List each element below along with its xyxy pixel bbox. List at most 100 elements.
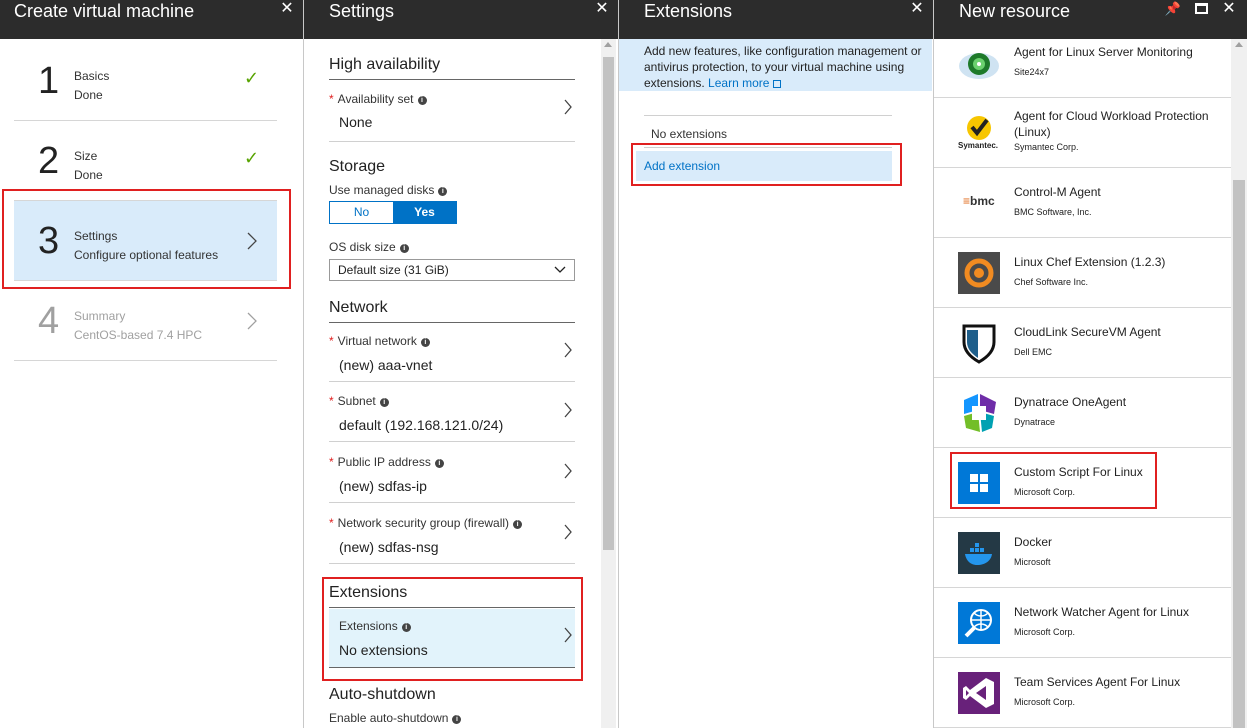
step-summary[interactable]: 4 Summary CentOS-based 7.4 HPC xyxy=(14,281,277,361)
toggle-option-no[interactable]: No xyxy=(330,202,393,223)
public-ip-value[interactable]: (new) sdfas-ip xyxy=(339,478,427,494)
info-icon[interactable]: i xyxy=(434,459,444,468)
step-settings[interactable]: 3 Settings Configure optional features xyxy=(14,201,277,281)
field-label-text: Use managed disks xyxy=(329,183,435,197)
chevron-right-icon[interactable] xyxy=(563,627,573,643)
availability-set-value[interactable]: None xyxy=(339,114,372,130)
step-status: Done xyxy=(74,168,103,182)
resource-item[interactable]: Dynatrace OneAgent Dynatrace xyxy=(934,378,1231,448)
field-label-text: Public IP address xyxy=(337,455,431,469)
extensions-blade: Extensions ✕ xyxy=(619,0,933,728)
row-divider xyxy=(329,441,575,442)
chevron-down-icon xyxy=(554,266,566,273)
bmc-icon: ≡bmc xyxy=(963,194,995,208)
extensions-row[interactable] xyxy=(329,609,575,667)
resource-item[interactable]: Linux Chef Extension (1.2.3) Chef Softwa… xyxy=(934,238,1231,308)
info-icon[interactable]: i xyxy=(379,398,389,407)
scrollbar-thumb[interactable] xyxy=(603,57,614,550)
close-icon[interactable]: ✕ xyxy=(278,0,296,18)
step-size[interactable]: 2 Size Done ✓ xyxy=(14,121,277,201)
resource-item[interactable]: ≡bmc Control-M Agent BMC Software, Inc. xyxy=(934,168,1231,238)
resource-publisher: Site24x7 xyxy=(1014,67,1050,77)
resource-publisher: Microsoft xyxy=(1014,557,1051,567)
dropdown-value: Default size (31 GiB) xyxy=(338,263,449,277)
os-disk-size-label: OS disk size i xyxy=(329,240,409,254)
resource-item[interactable]: CloudLink SecureVM Agent Dell EMC xyxy=(934,308,1231,378)
extensions-value: No extensions xyxy=(339,642,428,658)
row-divider xyxy=(329,563,575,564)
step-title: Summary xyxy=(74,309,126,323)
resource-item[interactable]: Docker Microsoft xyxy=(934,518,1231,588)
scroll-up-arrow[interactable] xyxy=(1235,42,1243,47)
field-label-text: Network security group (firewall) xyxy=(337,516,510,530)
blade-header: Create virtual machine ✕ xyxy=(0,0,303,39)
chevron-right-icon[interactable] xyxy=(563,524,573,540)
row-divider xyxy=(329,381,575,382)
scroll-up-arrow[interactable] xyxy=(604,42,612,47)
resource-publisher: Microsoft Corp. xyxy=(1014,627,1076,637)
row-divider xyxy=(329,667,575,668)
step-title: Size xyxy=(74,149,98,163)
required-marker: * xyxy=(329,455,334,469)
chevron-right-icon xyxy=(247,312,257,330)
resource-item[interactable]: Symantec. Agent for Cloud Workload Prote… xyxy=(934,98,1231,168)
toggle-option-yes[interactable]: Yes xyxy=(393,202,456,223)
create-vm-blade: Create virtual machine ✕ 1 Basics Done ✓… xyxy=(0,0,303,728)
resource-name: Agent for Cloud Workload Protection (Lin… xyxy=(1014,109,1209,139)
info-icon[interactable]: i xyxy=(417,96,427,105)
resource-item[interactable]: Agent for Linux Server Monitoring Site24… xyxy=(934,28,1231,98)
pin-icon[interactable]: 📌 xyxy=(1164,0,1182,18)
info-icon[interactable]: i xyxy=(420,338,430,347)
os-disk-size-dropdown[interactable]: Default size (31 GiB) xyxy=(329,259,575,281)
blade-header: Settings ✕ xyxy=(304,0,618,39)
section-heading-extensions: Extensions xyxy=(329,584,408,601)
site24x7-icon xyxy=(959,53,999,79)
section-divider xyxy=(329,607,575,608)
info-icon[interactable]: i xyxy=(438,187,448,196)
field-label-text: Availability set xyxy=(337,92,414,106)
step-title: Settings xyxy=(74,229,118,243)
resource-name: Team Services Agent For Linux xyxy=(1014,675,1181,689)
virtual-network-value[interactable]: (new) aaa-vnet xyxy=(339,357,432,373)
resource-name: Dynatrace OneAgent xyxy=(1014,395,1127,409)
info-icon[interactable]: i xyxy=(452,715,462,724)
extensions-label: Extensions i xyxy=(339,619,411,633)
step-basics[interactable]: 1 Basics Done ✓ xyxy=(14,41,277,121)
resource-name: Custom Script For Linux xyxy=(1014,465,1143,479)
close-icon[interactable]: ✕ xyxy=(908,0,926,18)
no-extensions-text: No extensions xyxy=(651,127,728,141)
chevron-right-icon xyxy=(247,232,257,250)
info-icon[interactable]: i xyxy=(399,244,409,253)
cloudlink-shield-icon xyxy=(962,324,996,364)
resource-name: Network Watcher Agent for Linux xyxy=(1014,605,1189,619)
nsg-value[interactable]: (new) sdfas-nsg xyxy=(339,539,439,555)
chevron-right-icon[interactable] xyxy=(563,463,573,479)
resource-item[interactable]: Custom Script For Linux Microsoft Corp. xyxy=(934,448,1231,518)
info-icon[interactable]: i xyxy=(401,623,411,632)
chevron-right-icon[interactable] xyxy=(563,402,573,418)
managed-disks-label: Use managed disks i xyxy=(329,183,448,197)
resource-name: CloudLink SecureVM Agent xyxy=(1014,325,1161,339)
blade-title: New resource xyxy=(959,1,1071,21)
chevron-right-icon[interactable] xyxy=(563,99,573,115)
availability-set-label: * Availability set i xyxy=(329,92,427,106)
scrollbar-thumb[interactable] xyxy=(1233,180,1245,728)
close-icon[interactable]: ✕ xyxy=(593,0,611,18)
visual-studio-icon xyxy=(958,672,1000,714)
resource-item[interactable]: Team Services Agent For Linux Microsoft … xyxy=(934,658,1231,728)
learn-more-link[interactable]: Learn more xyxy=(708,76,781,90)
required-marker: * xyxy=(329,334,334,348)
resource-publisher: BMC Software, Inc. xyxy=(1014,207,1092,217)
auto-shutdown-label: Enable auto-shutdown i xyxy=(329,711,462,725)
subnet-label: * Subnet i xyxy=(329,394,389,408)
resource-publisher: Dynatrace xyxy=(1014,417,1056,427)
resource-name: Agent for Linux Server Monitoring xyxy=(1014,45,1193,59)
resource-item[interactable]: Network Watcher Agent for Linux Microsof… xyxy=(934,588,1231,658)
add-extension-button[interactable]: Add extension xyxy=(636,151,892,181)
info-icon[interactable]: i xyxy=(513,520,523,529)
maximize-icon[interactable] xyxy=(1192,1,1210,19)
close-icon[interactable]: ✕ xyxy=(1220,0,1238,18)
chevron-right-icon[interactable] xyxy=(563,342,573,358)
managed-disks-toggle[interactable]: No Yes xyxy=(329,201,457,224)
subnet-value[interactable]: default (192.168.121.0/24) xyxy=(339,417,503,433)
